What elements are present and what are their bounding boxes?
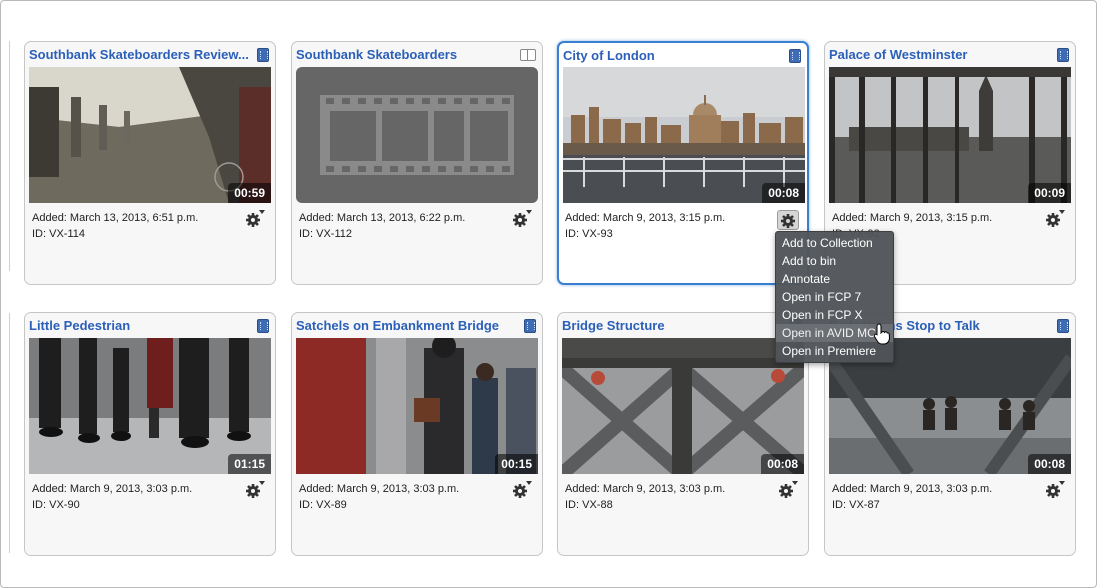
menu-item-open-in-fcp7[interactable]: Open in FCP 7 — [776, 288, 893, 306]
added-date: Added: March 9, 2013, 3:03 p.m. — [832, 483, 993, 495]
caret-down-icon — [259, 481, 265, 485]
added-date: Added: March 9, 2013, 3:15 p.m. — [565, 212, 726, 224]
video-icon — [1057, 48, 1069, 62]
caret-down-icon — [792, 481, 798, 485]
caret-down-icon — [526, 481, 532, 485]
menu-item-add-to-collection[interactable]: Add to Collection — [776, 234, 893, 252]
duration-badge: 00:08 — [761, 454, 804, 474]
asset-metadata: Added: March 13, 2013, 6:22 p.m. ID: VX-… — [299, 210, 465, 242]
video-thumbnail[interactable]: 00:08 — [562, 338, 804, 474]
menu-item-annotate[interactable]: Annotate — [776, 270, 893, 288]
added-date: Added: March 9, 2013, 3:03 p.m. — [299, 483, 460, 495]
added-date: Added: March 13, 2013, 6:22 p.m. — [299, 212, 466, 224]
gear-menu-button[interactable] — [776, 481, 798, 501]
menu-item-open-in-fcpx[interactable]: Open in FCP X — [776, 306, 893, 324]
asset-id: ID: VX-89 — [299, 499, 347, 511]
gear-icon — [246, 213, 260, 227]
asset-card[interactable]: Satchels on Embankment Bridge 00:15 Adde… — [291, 312, 543, 556]
row-divider — [9, 313, 10, 553]
asset-metadata: Added: March 9, 2013, 3:03 p.m. ID: VX-8… — [299, 481, 459, 513]
asset-id: ID: VX-87 — [832, 499, 880, 511]
asset-id: ID: VX-90 — [32, 499, 80, 511]
gear-menu-button[interactable] — [1043, 210, 1065, 230]
asset-card[interactable]: Southbank Skateboarders Review.... 00:59… — [24, 41, 276, 285]
added-date: Added: March 13, 2013, 6:51 p.m. — [32, 212, 199, 224]
video-thumbnail[interactable]: 00:09 — [829, 67, 1071, 203]
video-icon — [257, 319, 269, 333]
asset-metadata: Added: March 9, 2013, 3:03 p.m. ID: VX-8… — [832, 481, 992, 513]
duration-badge: 00:15 — [495, 454, 538, 474]
video-thumbnail[interactable]: 01:15 — [29, 338, 271, 474]
asset-id: ID: VX-112 — [299, 228, 352, 240]
added-date: Added: March 9, 2013, 3:03 p.m. — [32, 483, 193, 495]
hand-pointer-icon — [873, 323, 891, 345]
video-icon — [1057, 319, 1069, 333]
sequence-icon — [520, 49, 536, 61]
video-thumbnail[interactable]: 00:08 — [563, 67, 805, 203]
film-strip-icon — [320, 95, 514, 175]
video-thumbnail[interactable] — [296, 67, 538, 203]
caret-down-icon — [526, 210, 532, 214]
asset-card[interactable]: Bridge Structure 00:08 Added: March 9, 2… — [557, 312, 809, 556]
asset-card[interactable]: Little Pedestrian 01:15 Added: March 9, … — [24, 312, 276, 556]
gear-icon — [779, 484, 793, 498]
gear-menu-button-active[interactable] — [777, 210, 799, 230]
asset-title-link[interactable]: Bridge Structure — [562, 317, 782, 335]
duration-badge: 00:09 — [1028, 183, 1071, 203]
gear-icon — [1046, 213, 1060, 227]
gear-menu-button[interactable] — [243, 481, 265, 501]
asset-metadata: Added: March 9, 2013, 3:03 p.m. ID: VX-8… — [565, 481, 725, 513]
duration-badge: 00:08 — [1028, 454, 1071, 474]
asset-browser-window: Southbank Skateboarders Review.... 00:59… — [0, 0, 1097, 588]
gear-menu-button[interactable] — [510, 210, 532, 230]
asset-title-link[interactable]: Little Pedestrian — [29, 317, 249, 335]
asset-title-link[interactable]: Southbank Skateboarders — [296, 46, 516, 64]
asset-card-selected[interactable]: City of London 00:08 Added: March 9, 201… — [557, 41, 809, 285]
video-icon — [789, 49, 801, 63]
added-date: Added: March 9, 2013, 3:15 p.m. — [832, 212, 993, 224]
row-divider — [9, 41, 10, 271]
gear-menu-button[interactable] — [1043, 481, 1065, 501]
gear-icon — [1046, 484, 1060, 498]
menu-item-add-to-bin[interactable]: Add to bin — [776, 252, 893, 270]
asset-title-link[interactable]: Palace of Westminster — [829, 46, 1049, 64]
gear-icon — [513, 484, 527, 498]
gear-menu-button[interactable] — [243, 210, 265, 230]
video-icon — [524, 319, 536, 333]
asset-metadata: Added: March 9, 2013, 3:03 p.m. ID: VX-9… — [32, 481, 192, 513]
caret-down-icon — [259, 210, 265, 214]
gear-icon — [246, 484, 260, 498]
duration-badge: 01:15 — [228, 454, 271, 474]
asset-id: ID: VX-93 — [565, 228, 613, 240]
added-date: Added: March 9, 2013, 3:03 p.m. — [565, 483, 726, 495]
asset-title-link[interactable]: Satchels on Embankment Bridge — [296, 317, 516, 335]
video-thumbnail[interactable]: 00:59 — [29, 67, 271, 203]
caret-down-icon — [1059, 210, 1065, 214]
asset-title-link[interactable]: Southbank Skateboarders Review.... — [29, 46, 249, 64]
gear-icon — [781, 214, 795, 228]
duration-badge: 00:59 — [228, 183, 271, 203]
caret-down-icon — [1059, 481, 1065, 485]
asset-title-link[interactable]: City of London — [563, 47, 783, 65]
video-thumbnail[interactable]: 00:15 — [296, 338, 538, 474]
asset-id: ID: VX-114 — [32, 228, 85, 240]
asset-metadata: Added: March 13, 2013, 6:51 p.m. ID: VX-… — [32, 210, 198, 242]
duration-badge: 00:08 — [762, 183, 805, 203]
asset-card[interactable]: Southbank Skateboarders Added: March 13,… — [291, 41, 543, 285]
asset-id: ID: VX-88 — [565, 499, 613, 511]
gear-icon — [513, 213, 527, 227]
asset-metadata: Added: March 9, 2013, 3:15 p.m. ID: VX-9… — [565, 210, 725, 242]
video-icon — [257, 48, 269, 62]
gear-menu-button[interactable] — [510, 481, 532, 501]
